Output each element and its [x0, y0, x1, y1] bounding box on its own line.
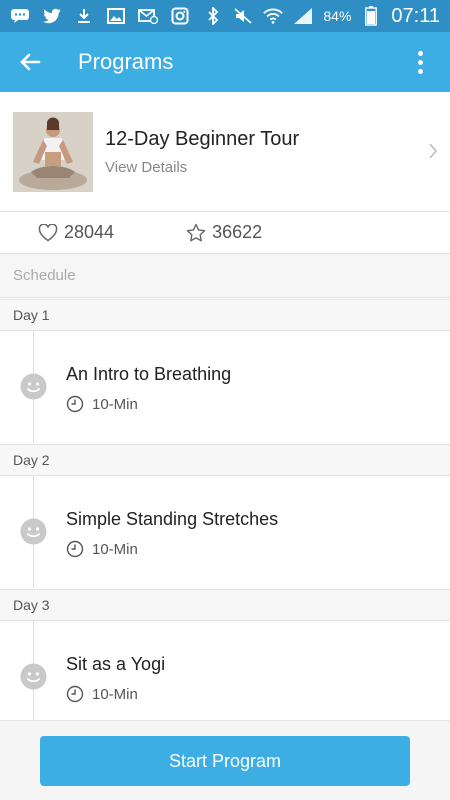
session-item[interactable]: Sit as a Yogi 10-Min	[0, 621, 450, 733]
duration-text: 10-Min	[92, 395, 138, 413]
clock-time: 07:11	[391, 4, 440, 27]
arrow-left-icon	[20, 53, 41, 71]
view-details-link[interactable]: View Details	[105, 159, 299, 176]
app-bar: Programs	[0, 32, 450, 92]
signal-icon	[293, 7, 313, 25]
smiley-icon	[20, 663, 47, 690]
page-title: Programs	[78, 49, 174, 74]
session-title: Sit as a Yogi	[66, 654, 166, 674]
twitter-icon	[42, 7, 62, 25]
clock-icon	[66, 540, 84, 558]
battery-percent: 84%	[323, 8, 352, 24]
session-duration: 10-Min	[66, 685, 138, 703]
day-label: Day 2	[0, 444, 450, 476]
start-program-button[interactable]: Start Program	[40, 736, 410, 786]
back-button[interactable]	[0, 32, 60, 92]
smiley-icon	[20, 518, 47, 545]
session-title: Simple Standing Stretches	[66, 509, 279, 529]
star-icon	[186, 223, 206, 241]
chat-icon	[10, 7, 30, 25]
chevron-right-icon	[428, 142, 438, 165]
mute-icon	[233, 7, 253, 25]
session-title: An Intro to Breathing	[66, 364, 232, 384]
clock-icon	[66, 395, 84, 413]
bluetooth-icon	[203, 7, 223, 25]
program-header[interactable]: 12-Day Beginner Tour View Details	[0, 92, 450, 212]
session-item[interactable]: Simple Standing Stretches 10-Min	[0, 476, 450, 588]
more-options-button[interactable]	[400, 32, 440, 92]
favorites-count: 36622	[212, 222, 263, 242]
status-bar: 84% 07:11	[0, 0, 450, 32]
bottom-action-bar: Start Program	[0, 720, 450, 800]
heart-icon	[38, 223, 58, 241]
schedule-header: Schedule	[0, 254, 450, 298]
more-vert-icon	[417, 50, 423, 56]
image-icon	[106, 7, 126, 25]
duration-text: 10-Min	[92, 685, 138, 703]
session-duration: 10-Min	[66, 540, 138, 558]
day-label: Day 1	[0, 299, 450, 331]
wifi-icon	[263, 7, 284, 25]
duration-text: 10-Min	[92, 540, 138, 558]
battery-icon	[361, 6, 381, 26]
likes-stat[interactable]: 28044	[38, 222, 114, 243]
download-icon	[74, 7, 94, 25]
day-label: Day 3	[0, 589, 450, 621]
mail-icon	[138, 7, 158, 25]
program-title: 12-Day Beginner Tour	[105, 127, 300, 150]
session-item[interactable]: An Intro to Breathing 10-Min	[0, 331, 450, 443]
smiley-icon	[20, 373, 47, 400]
program-stats: 28044 36622	[0, 212, 450, 254]
instagram-icon	[170, 7, 190, 25]
program-thumbnail	[13, 111, 93, 192]
likes-count: 28044	[64, 222, 115, 242]
session-duration: 10-Min	[66, 395, 138, 413]
clock-icon	[66, 685, 84, 703]
favorites-stat[interactable]: 36622	[186, 222, 262, 243]
